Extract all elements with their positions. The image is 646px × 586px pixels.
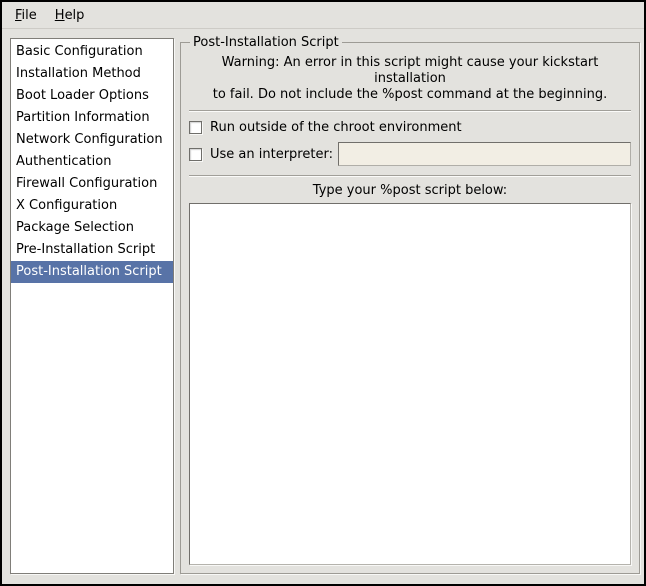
sidebar-item[interactable]: Post-Installation Script [11, 261, 173, 283]
interpreter-checkbox[interactable] [189, 148, 202, 161]
sidebar-item[interactable]: X Configuration [11, 195, 173, 217]
interpreter-checkbox-label: Use an interpreter: [210, 147, 333, 162]
post-installation-frame: Post-Installation Script Warning: An err… [180, 35, 640, 574]
post-script-textarea[interactable] [189, 203, 631, 565]
sidebar-item[interactable]: Partition Information [11, 107, 173, 129]
sidebar-item[interactable]: Network Configuration [11, 129, 173, 151]
menu-file[interactable]: File [6, 5, 46, 26]
warning-line-2: to fail. Do not include the %post comman… [189, 87, 631, 103]
sidebar-item[interactable]: Package Selection [11, 217, 173, 239]
warning-line-1: Warning: An error in this script might c… [189, 55, 631, 87]
separator [189, 110, 631, 112]
chroot-checkbox-label: Run outside of the chroot environment [210, 120, 462, 135]
kickstart-configurator-window: File Help Basic ConfigurationInstallatio… [0, 0, 646, 586]
interpreter-input[interactable] [338, 142, 631, 166]
warning-text: Warning: An error in this script might c… [189, 55, 631, 103]
interpreter-checkbox-row: Use an interpreter: [189, 142, 631, 166]
script-prompt-label: Type your %post script below: [189, 183, 631, 198]
sidebar-item[interactable]: Boot Loader Options [11, 85, 173, 107]
sidebar-item[interactable]: Basic Configuration [11, 41, 173, 63]
frame-title: Post-Installation Script [190, 35, 342, 50]
section-list: Basic ConfigurationInstallation MethodBo… [10, 38, 174, 574]
menubar: File Help [2, 2, 644, 29]
sidebar-item[interactable]: Firewall Configuration [11, 173, 173, 195]
sidebar-item[interactable]: Installation Method [11, 63, 173, 85]
menu-help[interactable]: Help [46, 5, 94, 26]
chroot-checkbox-row[interactable]: Run outside of the chroot environment [189, 115, 631, 139]
separator [189, 175, 631, 177]
sidebar-item[interactable]: Pre-Installation Script [11, 239, 173, 261]
sidebar-item[interactable]: Authentication [11, 151, 173, 173]
chroot-checkbox[interactable] [189, 121, 202, 134]
